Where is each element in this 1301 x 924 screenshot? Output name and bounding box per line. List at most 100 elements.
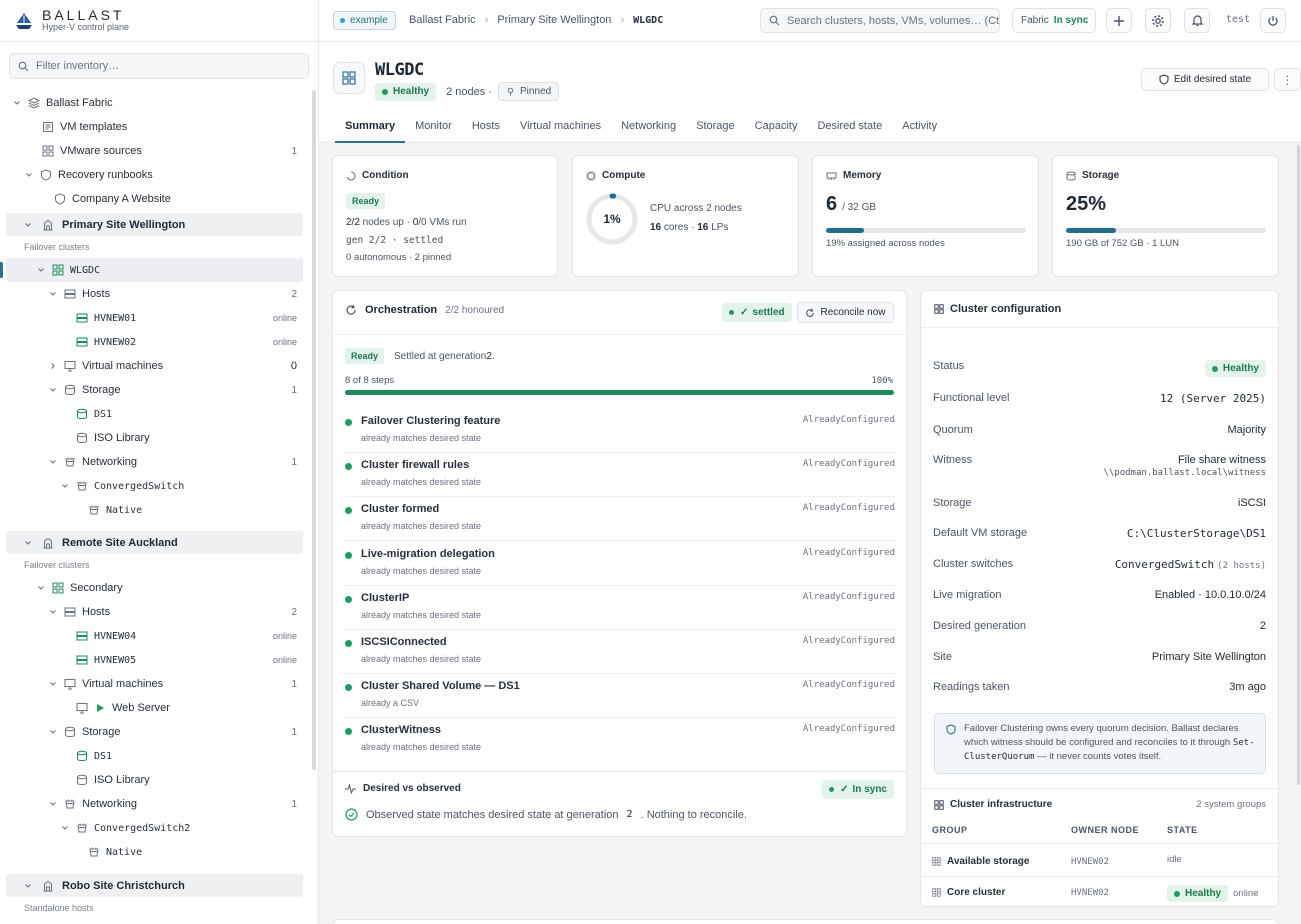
orchestration-step[interactable]: Cluster formed already matches desired st… bbox=[345, 497, 895, 542]
bell-icon bbox=[1191, 15, 1203, 27]
orchestration-step[interactable]: ClusterWitness already matches desired st… bbox=[345, 718, 895, 762]
breadcrumb-site[interactable]: Primary Site Wellington bbox=[497, 14, 611, 26]
tab-storage[interactable]: Storage bbox=[696, 114, 735, 143]
tree-vmware-sources[interactable]: VMware sources 1 bbox=[42, 140, 297, 162]
brand[interactable]: BALLAST Hyper-V control plane bbox=[0, 0, 318, 42]
chevron-down-icon[interactable] bbox=[12, 98, 22, 108]
tree-datastore[interactable]: DS1 bbox=[76, 403, 297, 425]
tree-storage[interactable]: Storage 1 bbox=[48, 721, 297, 743]
tree-storage[interactable]: Storage 1 bbox=[48, 379, 297, 401]
add-button[interactable] bbox=[1106, 8, 1132, 33]
tree-cluster[interactable]: Secondary bbox=[36, 577, 297, 599]
logout-button[interactable] bbox=[1260, 8, 1286, 33]
tab-networking[interactable]: Networking bbox=[621, 114, 676, 143]
tree-hosts[interactable]: Hosts 2 bbox=[48, 601, 297, 623]
tree-switch[interactable]: ConvergedSwitch bbox=[60, 475, 297, 497]
config-row: Storage iSCSI bbox=[933, 497, 1266, 509]
chevron-down-icon[interactable] bbox=[48, 289, 58, 299]
step-description: already a CSV bbox=[361, 698, 420, 709]
search-placeholder: Search clusters, hosts, VMs, volumes… (C… bbox=[787, 14, 1000, 27]
tree-host[interactable]: HVNEW01 online bbox=[76, 307, 297, 329]
tab-activity[interactable]: Activity bbox=[902, 114, 937, 143]
tree-host[interactable]: HVNEW04 online bbox=[76, 625, 297, 647]
chevron-down-icon[interactable] bbox=[60, 823, 70, 833]
tree-fabric[interactable]: Ballast Fabric bbox=[12, 92, 297, 114]
tree-iso-library[interactable]: ISO Library bbox=[76, 769, 297, 791]
tree-vm-templates[interactable]: VM templates bbox=[42, 116, 297, 138]
page-header: WLGDC Healthy 2 nodes · Pinned Edit desi… bbox=[319, 42, 1301, 143]
tree-host[interactable]: HVNEW05 online bbox=[76, 649, 297, 671]
user-name[interactable]: test bbox=[1226, 14, 1250, 25]
step-status: AlreadyConfigured bbox=[802, 547, 895, 558]
site-header[interactable]: Remote Site Auckland bbox=[6, 531, 303, 554]
orchestration-step[interactable]: Failover Clustering feature already match… bbox=[345, 409, 895, 453]
chevron-down-icon[interactable] bbox=[48, 799, 58, 809]
activity-icon bbox=[345, 783, 356, 794]
more-actions-button[interactable]: ⋮ bbox=[1274, 68, 1301, 91]
tree-cluster[interactable]: WLGDC bbox=[36, 259, 297, 281]
shield-icon bbox=[40, 169, 52, 181]
reconcile-now-button[interactable]: Reconcile now bbox=[797, 302, 894, 323]
config-status-badge: Healthy bbox=[1204, 360, 1266, 377]
tree-switch-label: ConvergedSwitch2 bbox=[94, 822, 191, 834]
chevron-down-icon[interactable] bbox=[24, 539, 34, 547]
table-row[interactable]: Core cluster HVNEW02 Healthy online bbox=[921, 878, 1278, 908]
chevron-down-icon[interactable] bbox=[24, 170, 34, 180]
edit-desired-state-button[interactable]: Edit desired state bbox=[1141, 68, 1269, 91]
fabric-status-button[interactable]: Fabric In sync bbox=[1012, 8, 1096, 33]
tab-monitor[interactable]: Monitor bbox=[415, 114, 452, 143]
storage-value: 25% bbox=[1066, 193, 1107, 215]
chevron-down-icon[interactable] bbox=[36, 265, 46, 275]
tab-virtual-machines[interactable]: Virtual machines bbox=[520, 114, 601, 143]
content-scrollbar[interactable] bbox=[1297, 145, 1300, 785]
orchestration-step[interactable]: Live-migration delegation already matches… bbox=[345, 542, 895, 586]
tree-vm[interactable]: Web Server bbox=[76, 697, 297, 719]
tree-virtual-machines[interactable]: Virtual machines 1 bbox=[48, 673, 297, 695]
table-row[interactable]: Available storage HVNEW02 idle bbox=[921, 847, 1278, 877]
chevron-down-icon[interactable] bbox=[24, 221, 34, 229]
filter-inventory-input[interactable]: Filter inventory… bbox=[9, 53, 309, 79]
settings-button[interactable] bbox=[1145, 8, 1171, 33]
chevron-down-icon[interactable] bbox=[48, 607, 58, 617]
orchestration-step[interactable]: Cluster Shared Volume — DS1 already a CSV… bbox=[345, 674, 895, 719]
tree-native-network[interactable]: Native bbox=[88, 841, 297, 863]
cpu-icon bbox=[586, 170, 596, 181]
chevron-down-icon[interactable] bbox=[36, 583, 46, 593]
tree-company-website[interactable]: Company A Website bbox=[54, 188, 297, 210]
chevron-right-icon[interactable] bbox=[48, 361, 58, 371]
chevron-down-icon[interactable] bbox=[48, 679, 58, 689]
tab-summary[interactable]: Summary bbox=[335, 114, 406, 143]
tree-hosts[interactable]: Hosts 2 bbox=[48, 283, 297, 305]
tree-native-network[interactable]: Native bbox=[88, 499, 297, 521]
chevron-down-icon[interactable] bbox=[60, 481, 70, 491]
orchestration-step[interactable]: ISCSIConnected already matches desired st… bbox=[345, 630, 895, 674]
tree-switch[interactable]: ConvergedSwitch2 bbox=[60, 817, 297, 839]
tab-capacity[interactable]: Capacity bbox=[755, 114, 798, 143]
chevron-down-icon[interactable] bbox=[48, 727, 58, 737]
network-icon bbox=[88, 504, 100, 516]
cores-label: cores · bbox=[661, 222, 698, 233]
tree-recovery-runbooks[interactable]: Recovery runbooks bbox=[24, 164, 297, 186]
chevron-down-icon[interactable] bbox=[48, 385, 58, 395]
step-description: already matches desired state bbox=[361, 742, 482, 753]
tree-networking[interactable]: Networking 1 bbox=[48, 451, 297, 473]
tab-desired-state[interactable]: Desired state bbox=[817, 114, 882, 143]
notifications-button[interactable] bbox=[1184, 8, 1210, 33]
tree-iso-library[interactable]: ISO Library bbox=[76, 427, 297, 449]
chevron-down-icon[interactable] bbox=[48, 457, 58, 467]
orchestration-step[interactable]: ClusterIP already matches desired state Al… bbox=[345, 586, 895, 630]
site-header[interactable]: Robo Site Christchurch bbox=[6, 874, 303, 897]
chevron-down-icon[interactable] bbox=[24, 882, 34, 890]
breadcrumb-fabric[interactable]: Ballast Fabric bbox=[409, 14, 476, 26]
sidebar-scrollbar[interactable] bbox=[312, 90, 316, 770]
tree-virtual-machines[interactable]: Virtual machines 0 bbox=[48, 355, 297, 377]
tree-networking[interactable]: Networking 1 bbox=[48, 793, 297, 815]
global-search-input[interactable]: Search clusters, hosts, VMs, volumes… (C… bbox=[760, 8, 1000, 33]
tree-datastore[interactable]: DS1 bbox=[76, 745, 297, 767]
cpu-cores-line: 16 cores · 16 LPs bbox=[650, 222, 728, 233]
tab-hosts[interactable]: Hosts bbox=[472, 114, 500, 143]
orchestration-step[interactable]: Cluster firewall rules already matches de… bbox=[345, 453, 895, 498]
tree-host[interactable]: HVNEW02 online bbox=[76, 331, 297, 353]
condition-generation: gen 2/2 · settled bbox=[346, 235, 444, 246]
site-header[interactable]: Primary Site Wellington bbox=[6, 213, 303, 236]
